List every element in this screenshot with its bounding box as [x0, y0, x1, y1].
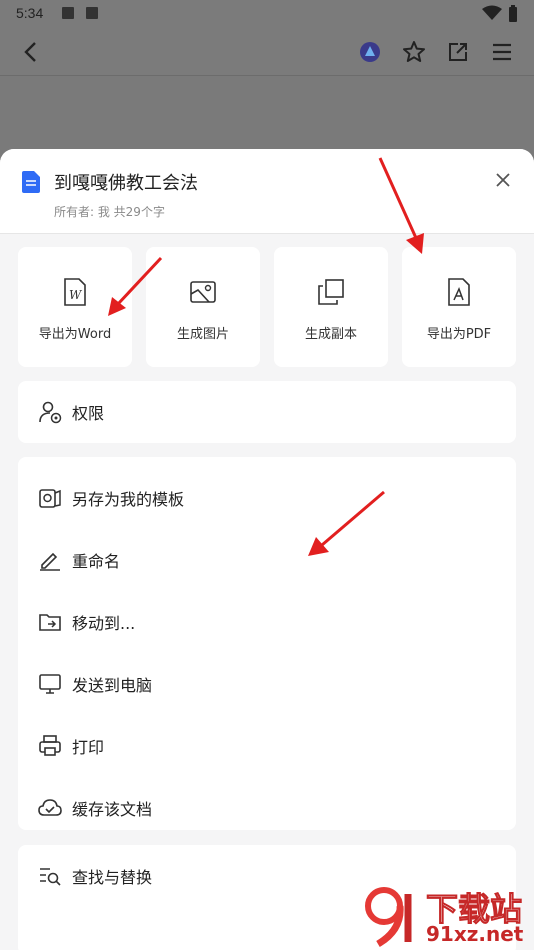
find-replace-label: 查找与替换 [72, 868, 153, 887]
image-icon [188, 277, 218, 307]
menu-item-rename[interactable]: 重命名 [18, 529, 516, 591]
menu-item-label: 重命名 [72, 552, 121, 571]
battery-icon [509, 5, 517, 22]
status-time: 5:34 [16, 5, 44, 21]
menu-item-label: 打印 [72, 738, 105, 757]
find-replace-icon [38, 864, 62, 888]
menu-item-print[interactable]: 打印 [18, 715, 516, 777]
app-notification-icon [86, 7, 98, 19]
printer-icon [38, 734, 62, 758]
make-copy-label: 生成副本 [304, 327, 357, 342]
pencil-icon [38, 548, 62, 572]
menu-item-send-to-pc[interactable]: 发送到电脑 [18, 653, 516, 715]
document-title: 到嘎嘎佛教工会法 [54, 173, 198, 194]
assistant-icon[interactable] [356, 38, 384, 66]
back-icon[interactable] [16, 38, 44, 66]
copy-icon [316, 277, 346, 307]
star-icon[interactable] [400, 38, 428, 66]
pdf-icon [444, 277, 474, 307]
menu-item-label: 缓存该文档 [72, 800, 153, 819]
export-word-label: 导出为Word [38, 327, 112, 342]
status-bar: 5:34 [0, 0, 534, 28]
template-icon [38, 486, 62, 510]
export-word-button[interactable]: W 导出为Word [18, 247, 132, 367]
close-icon[interactable] [494, 171, 512, 189]
mail-notification-icon [62, 7, 74, 19]
share-icon[interactable] [444, 38, 472, 66]
bottom-sheet: 到嘎嘎佛教工会法 所有者: 我 共29个字 W 导出为Word 生成图片 生成副… [0, 149, 534, 950]
export-pdf-label: 导出为PDF [426, 327, 492, 342]
word-icon: W [60, 277, 90, 307]
watermark-site: 91xz.net [426, 922, 524, 946]
monitor-icon [38, 672, 62, 696]
dim-overlay[interactable] [0, 76, 534, 156]
menu-item-move-to[interactable]: 移动到... [18, 591, 516, 653]
watermark-emblem [365, 887, 412, 948]
menu-item-cache[interactable]: 缓存该文档 [18, 777, 516, 839]
permission-row[interactable]: 权限 [18, 381, 516, 443]
user-permission-icon [38, 400, 62, 424]
svg-text:W: W [69, 288, 83, 302]
menu-item-label: 发送到电脑 [72, 676, 153, 695]
permission-card: 权限 [18, 381, 516, 443]
document-meta: 所有者: 我 共29个字 [54, 205, 165, 219]
generate-image-label: 生成图片 [176, 327, 229, 342]
sheet-header: 到嘎嘎佛教工会法 所有者: 我 共29个字 [0, 149, 534, 234]
make-copy-button[interactable]: 生成副本 [274, 247, 388, 367]
permission-label: 权限 [72, 404, 105, 423]
generate-image-button[interactable]: 生成图片 [146, 247, 260, 367]
document-icon [22, 171, 40, 193]
menu-card: 另存为我的模板 重命名 移动到... 发送到电脑 打印 缓存该文档 [18, 457, 516, 830]
menu-icon[interactable] [488, 38, 516, 66]
menu-item-label: 移动到... [72, 614, 136, 633]
cloud-check-icon [38, 796, 62, 820]
wifi-icon [482, 5, 502, 20]
export-pdf-button[interactable]: 导出为PDF [402, 247, 516, 367]
watermark-logo: 下载站 91xz.net [360, 884, 530, 948]
menu-item-label: 另存为我的模板 [72, 490, 185, 509]
menu-item-save-template[interactable]: 另存为我的模板 [18, 467, 516, 529]
top-app-bar [0, 28, 534, 76]
folder-move-icon [38, 610, 62, 634]
